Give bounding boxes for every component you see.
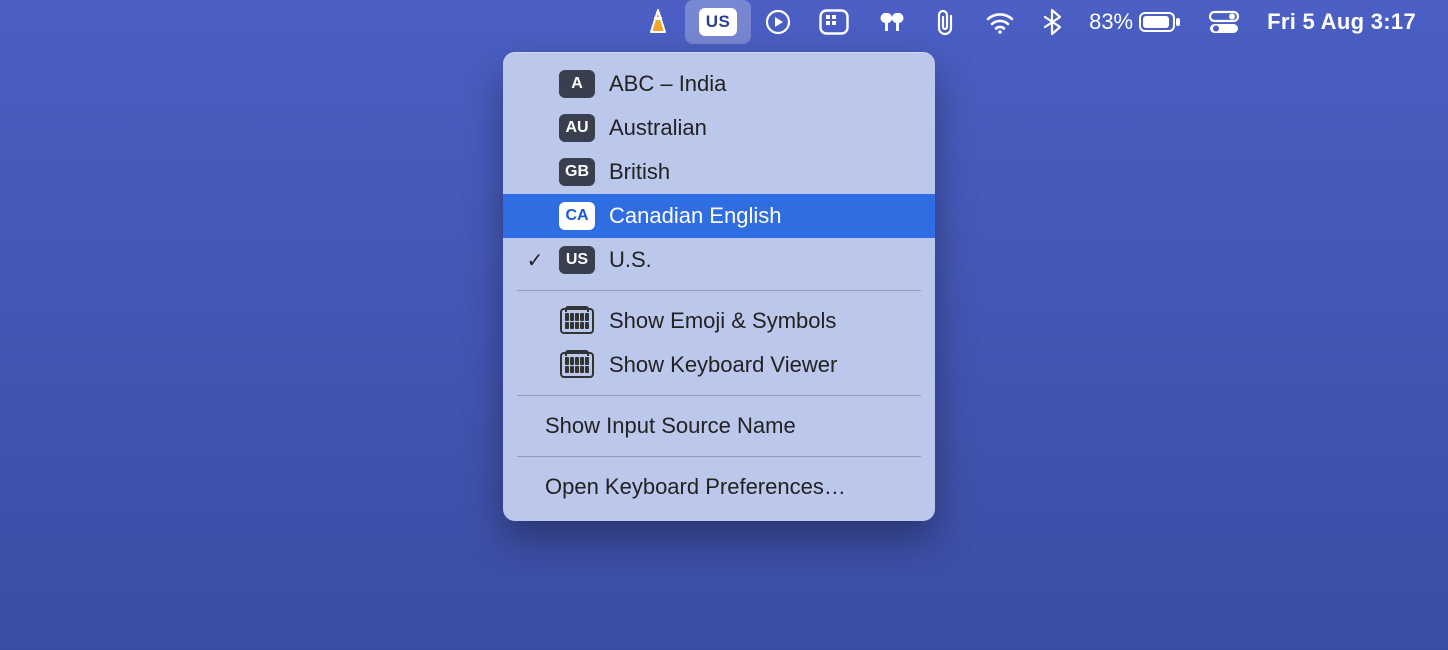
- menu-separator: [517, 456, 921, 457]
- locale-badge: A: [559, 70, 595, 98]
- input-source-label: Canadian English: [609, 203, 917, 229]
- locale-badge: GB: [559, 158, 595, 186]
- menubar-airpods[interactable]: [863, 0, 921, 44]
- locale-badge: US: [559, 246, 595, 274]
- menubar-vlc[interactable]: [631, 0, 685, 44]
- menubar-clock[interactable]: Fri 5 Aug 3:17: [1253, 0, 1430, 44]
- menu-show-keyboard-viewer[interactable]: Show Keyboard Viewer: [503, 343, 935, 387]
- input-source-label: U.S.: [609, 247, 917, 273]
- bluetooth-icon: [1043, 8, 1061, 36]
- menubar: US: [0, 0, 1448, 44]
- menu-item-label: Show Keyboard Viewer: [609, 352, 917, 378]
- input-source-menu: A ABC – India AU Australian GB British CA Canad…: [503, 52, 935, 521]
- menu-separator: [517, 290, 921, 291]
- menubar-stage-manager[interactable]: [805, 0, 863, 44]
- menubar-wifi[interactable]: [971, 0, 1029, 44]
- menu-show-emoji[interactable]: Show Emoji & Symbols: [503, 299, 935, 343]
- paperclip-icon: [935, 8, 957, 36]
- input-source-badge: US: [699, 8, 737, 36]
- input-source-item[interactable]: GB British: [503, 150, 935, 194]
- menu-show-input-source-name[interactable]: Show Input Source Name: [503, 404, 935, 448]
- grid-panel-icon: [819, 9, 849, 35]
- input-source-label: ABC – India: [609, 71, 917, 97]
- menubar-battery[interactable]: 83%: [1075, 0, 1195, 44]
- input-source-item[interactable]: AU Australian: [503, 106, 935, 150]
- menu-item-label: Show Emoji & Symbols: [609, 308, 917, 334]
- menubar-input-source[interactable]: US: [685, 0, 751, 44]
- control-center-icon: [1209, 10, 1239, 34]
- input-source-item[interactable]: A ABC – India: [503, 62, 935, 106]
- menubar-now-playing[interactable]: [751, 0, 805, 44]
- menu-item-label: Open Keyboard Preferences…: [545, 474, 917, 500]
- wifi-icon: [985, 10, 1015, 34]
- airpods-icon: [877, 9, 907, 35]
- keyboard-viewer-icon: [559, 352, 595, 378]
- battery-percent: 83%: [1089, 9, 1133, 35]
- menubar-attachments[interactable]: [921, 0, 971, 44]
- menu-open-keyboard-preferences[interactable]: Open Keyboard Preferences…: [503, 465, 935, 509]
- menubar-bluetooth[interactable]: [1029, 0, 1075, 44]
- menubar-control-center[interactable]: [1195, 0, 1253, 44]
- input-source-list: A ABC – India AU Australian GB British CA Canad…: [503, 62, 935, 282]
- input-source-item[interactable]: ✓ US U.S.: [503, 238, 935, 282]
- locale-badge: AU: [559, 114, 595, 142]
- clock-text: Fri 5 Aug 3:17: [1267, 9, 1416, 35]
- input-source-item[interactable]: CA Canadian English: [503, 194, 935, 238]
- play-circle-icon: [765, 9, 791, 35]
- check-icon: ✓: [525, 248, 545, 273]
- menu-separator: [517, 395, 921, 396]
- vlc-icon: [645, 8, 671, 36]
- battery-icon: [1139, 11, 1181, 33]
- locale-badge: CA: [559, 202, 595, 230]
- menu-item-label: Show Input Source Name: [545, 413, 917, 439]
- input-source-label: Australian: [609, 115, 917, 141]
- input-source-label: British: [609, 159, 917, 185]
- emoji-keyboard-icon: [559, 308, 595, 334]
